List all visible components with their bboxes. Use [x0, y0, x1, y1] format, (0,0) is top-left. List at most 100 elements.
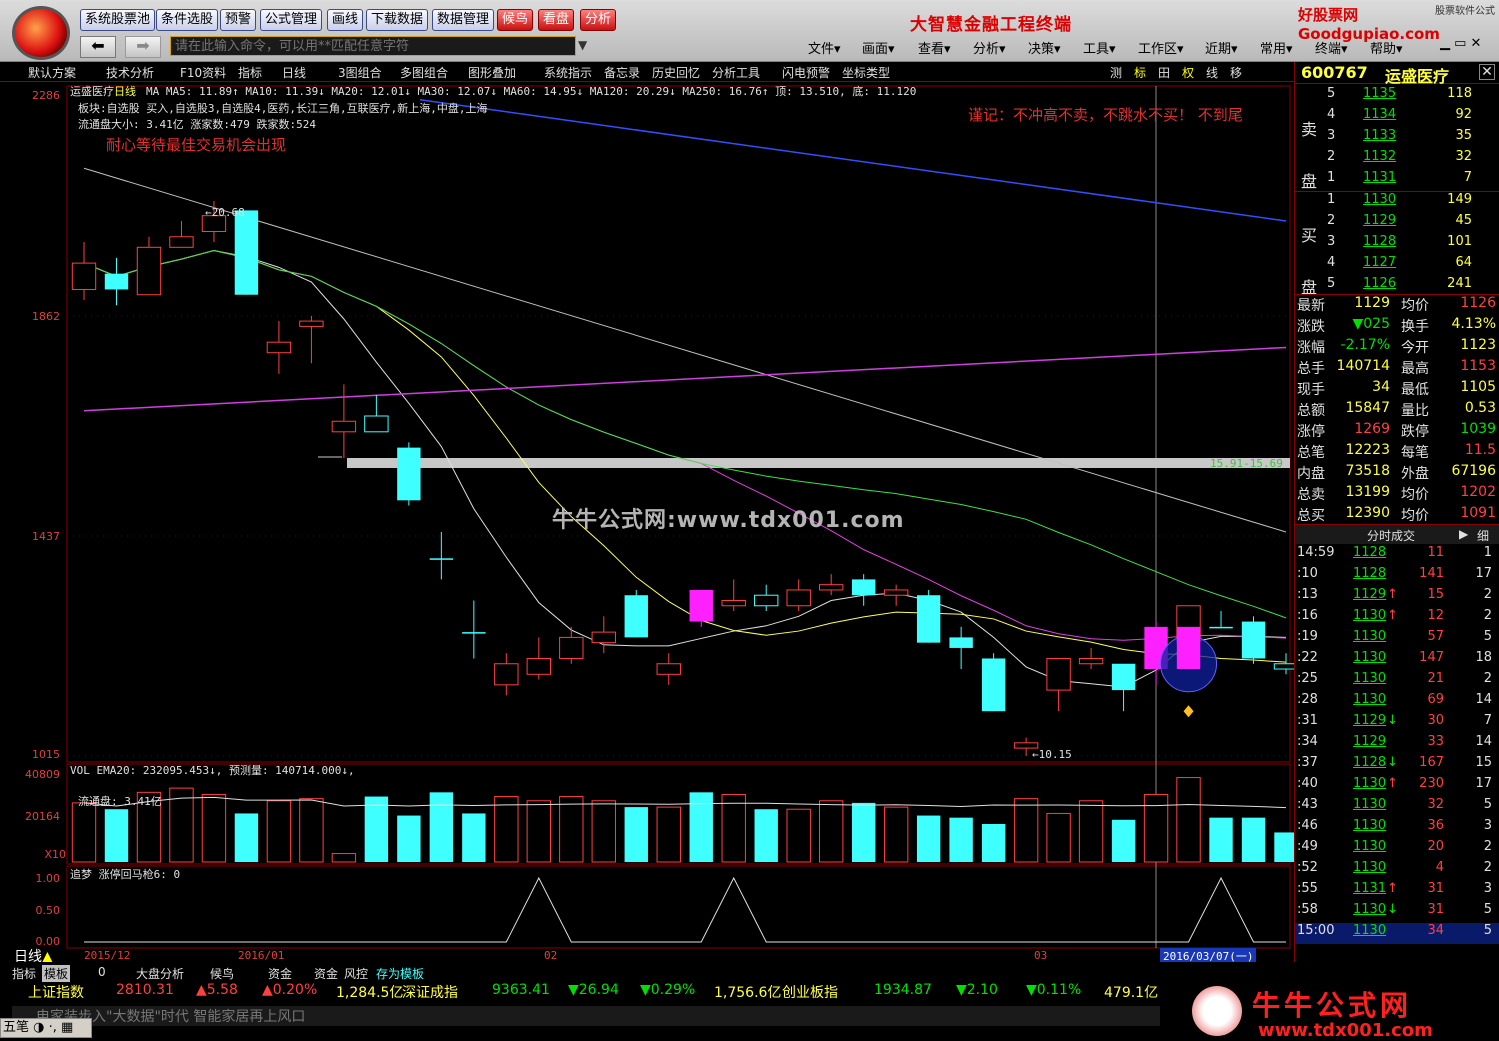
tb-measure[interactable]: 测 [1110, 64, 1122, 81]
watch-button[interactable]: 看盘 [538, 9, 575, 31]
ind-y-2: 0.50 [35, 904, 61, 917]
tab-risk[interactable]: 风控 [344, 965, 368, 982]
buy-volume: 64 [1455, 255, 1472, 270]
index-cy-change: ▼2.10 [956, 982, 998, 998]
forward-button[interactable]: ➡ [125, 36, 161, 58]
sell-level: 5 [1327, 86, 1336, 101]
menu-terminal[interactable]: 终端▾ [1315, 38, 1348, 57]
alert-button[interactable]: 预警 [220, 9, 257, 31]
candle-body [786, 589, 811, 607]
volume-bar [559, 796, 584, 863]
candle-body [429, 558, 454, 560]
tb-tech-analysis[interactable]: 技术分析 [106, 64, 154, 81]
tick-time: 14:59 [1297, 545, 1335, 560]
tb-analysis-tools[interactable]: 分析工具 [712, 64, 760, 81]
index-sz-name[interactable]: 深证成指 [402, 982, 458, 1002]
menu-view[interactable]: 查看▾ [918, 38, 951, 57]
close-icon[interactable]: ✕ [1479, 64, 1495, 80]
ind-y-1: 1.00 [35, 872, 61, 885]
ime-bar[interactable]: 五笔 ◑ ·, ▦ [0, 1018, 92, 1038]
stat-label: 总买 [1297, 508, 1325, 524]
tb-line[interactable]: 线 [1206, 64, 1218, 81]
menu-decision[interactable]: 决策▾ [1028, 38, 1061, 57]
stat-value-2: 1091 [1460, 505, 1496, 521]
ma-legend: MA MA5: 11.89↑ MA10: 11.39↓ MA20: 12.01↓… [146, 85, 917, 98]
tb-3chart[interactable]: 3图组合 [338, 64, 382, 81]
ma250-line [83, 346, 1287, 412]
volume-bar [754, 809, 778, 862]
ticks-play-icon[interactable]: ▶ [1459, 527, 1468, 541]
menu-view-screen[interactable]: 画面▾ [862, 38, 895, 57]
tb-overlay[interactable]: 图形叠加 [468, 64, 516, 81]
tb-f10[interactable]: F10资料 [180, 64, 226, 81]
tab-funds-2[interactable]: 资金 [314, 965, 338, 982]
tab-migrant[interactable]: 候鸟 [210, 965, 234, 982]
menu-analysis[interactable]: 分析▾ [973, 38, 1006, 57]
volume-bar [1241, 817, 1266, 862]
tb-indicator[interactable]: 指标 [238, 64, 262, 81]
tab-funds[interactable]: 资金 [268, 965, 292, 982]
stock-code: 600767 [1301, 63, 1368, 82]
stock-name: 运盛医疗 [70, 85, 114, 98]
stat-value-2: 11.5 [1464, 442, 1496, 458]
menu-file[interactable]: 文件▾ [808, 38, 841, 57]
download-data-button[interactable]: 下载数据 [366, 9, 429, 31]
tab-market-analysis[interactable]: 大盘分析 [136, 965, 184, 982]
volume-bar [462, 813, 486, 862]
data-manage-button[interactable]: 数据管理 [432, 9, 495, 31]
tick-count: 3 [1483, 881, 1492, 896]
window-controls[interactable]: ▁ ▭ ✕ [1440, 36, 1481, 51]
tb-move[interactable]: 移 [1230, 64, 1242, 81]
tb-grid[interactable]: 田 [1158, 64, 1170, 81]
sell-price: 1135 [1363, 86, 1397, 101]
index-cy-name[interactable]: 创业板指 [782, 982, 838, 1002]
tick-volume: 12 [1427, 608, 1444, 623]
formula-manage-button[interactable]: 公式管理 [260, 9, 323, 31]
ticks-detail-button[interactable]: 细 [1477, 527, 1489, 544]
tb-memo[interactable]: 备忘录 [604, 64, 640, 81]
candle-body [397, 447, 421, 501]
candle-body [1111, 663, 1136, 691]
tb-rights[interactable]: 权 [1182, 64, 1194, 81]
tb-default-scheme[interactable]: 默认方案 [28, 64, 76, 81]
tick-time: :19 [1297, 629, 1318, 644]
command-dropdown-icon[interactable]: ▼ [578, 38, 587, 52]
condition-select-button[interactable]: 条件选股 [156, 9, 219, 31]
tab-indicator[interactable]: 指标 [12, 965, 36, 982]
menu-recent[interactable]: 近期▾ [1205, 38, 1238, 57]
menu-workspace[interactable]: 工作区▾ [1138, 38, 1184, 57]
tb-flash-alert[interactable]: 闪电预警 [782, 64, 830, 81]
tb-history[interactable]: 历史回忆 [652, 64, 700, 81]
tick-arrow-icon: ↑ [1387, 587, 1398, 602]
volume-bar [266, 800, 292, 863]
analysis-button[interactable]: 分析 [580, 9, 617, 31]
news-bar[interactable]: 电家装步入"大数据"时代 智能家居再上风口 [12, 1006, 1160, 1026]
x-label-3: 02 [544, 949, 558, 962]
volume-bar [397, 815, 421, 862]
indicator-pane-border [66, 865, 1291, 949]
tb-system-indicator[interactable]: 系统指示 [544, 64, 592, 81]
tb-mark[interactable]: 标 [1134, 64, 1146, 81]
tb-multichart[interactable]: 多图组合 [400, 64, 448, 81]
menu-help[interactable]: 帮助▾ [1370, 38, 1403, 57]
menu-tools[interactable]: 工具▾ [1083, 38, 1116, 57]
tab-zero[interactable]: 0 [98, 965, 106, 979]
bottom-bar: 指标 模板 0 大盘分析 候鸟 资金 资金 风控 存为模板 上证指数 2810.… [0, 962, 1499, 1041]
tab-save-template[interactable]: 存为模板 [376, 965, 424, 982]
draw-line-button[interactable]: 画线 [327, 9, 364, 31]
stat-label: 内盘 [1297, 466, 1325, 482]
candle-body [591, 631, 616, 644]
command-input[interactable] [170, 36, 576, 56]
menu-common[interactable]: 常用▾ [1260, 38, 1293, 57]
back-button[interactable]: ⬅ [80, 36, 116, 58]
tab-template[interactable]: 模板 [42, 965, 71, 982]
migrant-button[interactable]: 候鸟 [497, 9, 534, 31]
chart-stock-name: 运盛医疗日线 [70, 83, 136, 99]
tb-daily[interactable]: 日线 [282, 64, 306, 81]
tb-axis-type[interactable]: 坐标类型 [842, 64, 890, 81]
stat-label: 总卖 [1297, 487, 1325, 503]
tick-volume: 31 [1427, 881, 1444, 896]
vol-y-2: 20164 [25, 810, 60, 823]
index-sh-name[interactable]: 上证指数 [28, 982, 84, 1002]
stock-pool-button[interactable]: 系统股票池 [80, 9, 156, 31]
